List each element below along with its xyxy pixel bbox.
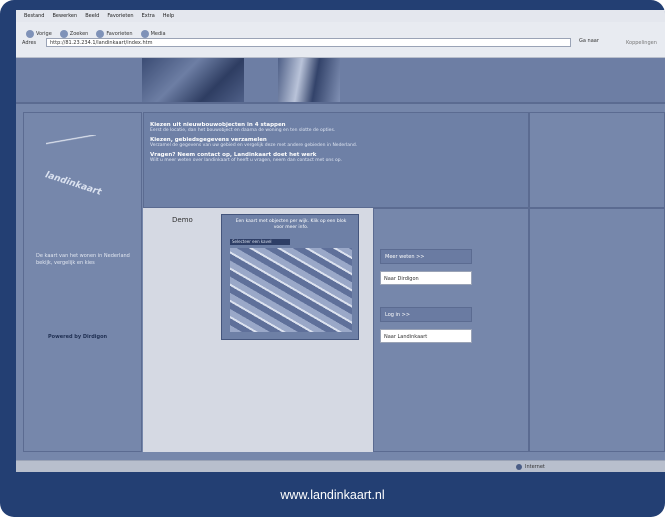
demo-title: Demo bbox=[172, 216, 193, 224]
map-caption: Een kaart met objecten per wijk. Klik op… bbox=[235, 219, 347, 230]
login-button[interactable]: Naar Landinkaart bbox=[380, 329, 472, 343]
security-zone: Internet bbox=[516, 464, 545, 470]
banner-photo-right bbox=[278, 58, 340, 102]
menu-bar: Bestand Bewerken Beeld Favorieten Extra … bbox=[16, 10, 665, 22]
menu-item-beeld[interactable]: Beeld bbox=[85, 13, 99, 19]
star-icon bbox=[96, 30, 105, 38]
header-banner bbox=[16, 58, 665, 104]
menu-item-help[interactable]: Help bbox=[163, 13, 174, 19]
links-button[interactable]: Koppelingen bbox=[626, 40, 657, 46]
back-arrow-icon bbox=[26, 30, 34, 38]
info-text-3: Wilt u meer weten over landinkaart of he… bbox=[150, 158, 343, 163]
slide-frame: Bestand Bewerken Beeld Favorieten Extra … bbox=[0, 0, 665, 517]
map-select-bar[interactable]: Selecteer een kavel bbox=[230, 239, 290, 245]
more-info-button[interactable]: Naar Dirdigon bbox=[380, 271, 472, 285]
favorites-label: Favorieten bbox=[106, 31, 133, 37]
left-sidebar: landinkaart De kaart van het wonen in Ne… bbox=[23, 112, 142, 452]
demo-map-box[interactable]: Een kaart met objecten per wijk. Klik op… bbox=[221, 214, 359, 340]
tagline: De kaart van het wonen in Nederland beki… bbox=[36, 253, 130, 266]
info-text-2: Verzamel de gegevens van uw gebied en ve… bbox=[150, 143, 358, 148]
zone-label: Internet bbox=[525, 464, 545, 470]
demo-area: Demo Een kaart met objecten per wijk. Kl… bbox=[143, 208, 373, 452]
website-content: landinkaart De kaart van het wonen in Ne… bbox=[16, 58, 665, 460]
menu-item-bewerken[interactable]: Bewerken bbox=[52, 13, 77, 19]
globe-icon bbox=[516, 464, 522, 470]
map-image[interactable] bbox=[230, 248, 352, 332]
menu-item-bestand[interactable]: Bestand bbox=[24, 13, 44, 19]
search-icon bbox=[59, 30, 68, 38]
login-heading: Log in >> bbox=[380, 307, 472, 322]
address-label: Adres bbox=[22, 40, 37, 46]
status-bar: Internet bbox=[16, 460, 665, 472]
logo[interactable]: landinkaart bbox=[44, 170, 103, 198]
back-button[interactable]: Vorige bbox=[26, 30, 52, 38]
browser-window: Bestand Bewerken Beeld Favorieten Extra … bbox=[16, 10, 665, 472]
search-label: Zoeken bbox=[69, 31, 89, 37]
action-column: Meer weten >> Naar Dirdigon Log in >> Na… bbox=[373, 208, 529, 452]
menu-item-extra[interactable]: Extra bbox=[142, 13, 155, 19]
favorites-button[interactable]: Favorieten bbox=[96, 30, 133, 38]
banner-photo-left bbox=[142, 58, 244, 102]
menu-item-favorieten[interactable]: Favorieten bbox=[107, 13, 133, 19]
info-text-1: Eerst de locatie, dan het bouwobject en … bbox=[150, 128, 336, 133]
address-input[interactable]: http://81.23.234.1/landinkaart/index.htm bbox=[46, 38, 571, 47]
media-button[interactable]: Media bbox=[140, 30, 166, 38]
footer-url: www.landinkaart.nl bbox=[280, 487, 385, 502]
info-panel: Kiezen uit nieuwbouwobjecten in 4 stappe… bbox=[143, 112, 529, 208]
right-column-top bbox=[529, 112, 665, 208]
more-info-heading: Meer weten >> bbox=[380, 249, 472, 264]
media-label: Media bbox=[150, 31, 166, 37]
search-button[interactable]: Zoeken bbox=[59, 30, 89, 38]
logo-swoosh-icon bbox=[46, 135, 96, 145]
right-column-bottom bbox=[529, 208, 665, 452]
go-button[interactable]: Ga naar bbox=[579, 38, 599, 44]
back-label: Vorige bbox=[36, 31, 52, 37]
media-icon bbox=[140, 30, 149, 38]
powered-by-link[interactable]: Powered by Dirdigon bbox=[48, 334, 107, 340]
